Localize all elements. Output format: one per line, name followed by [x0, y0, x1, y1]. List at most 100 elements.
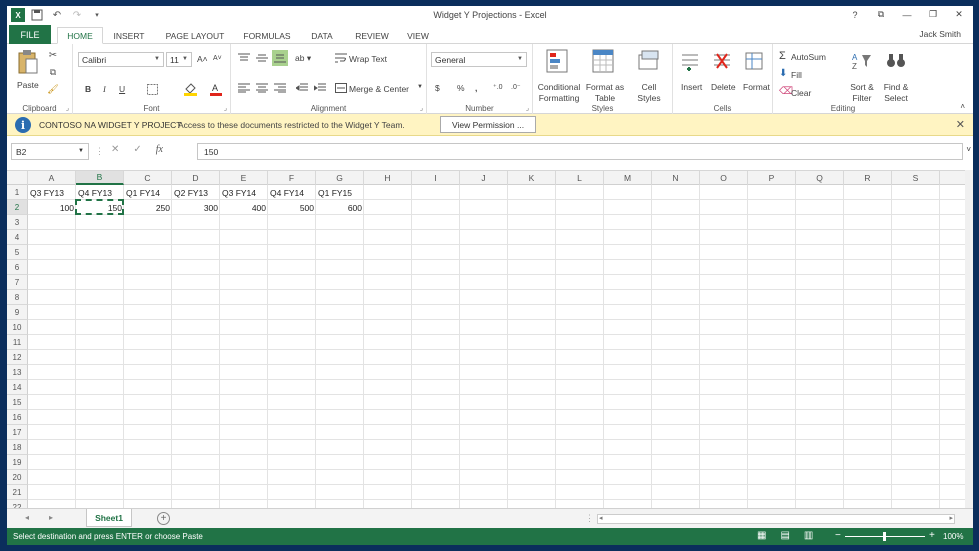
format-painter-icon[interactable]: 🖌	[47, 83, 59, 95]
row-header-2[interactable]: 2	[7, 200, 28, 215]
row-header-14[interactable]: 14	[7, 380, 28, 395]
view-permission-button[interactable]: View Permission ...	[440, 116, 536, 133]
column-header-o[interactable]: O	[700, 171, 748, 185]
row-header-3[interactable]: 3	[7, 215, 28, 230]
increase-indent-icon[interactable]	[313, 82, 327, 94]
add-sheet-button[interactable]: +	[157, 512, 170, 525]
header-cell[interactable]: Q2 FY13	[172, 185, 220, 200]
row-header-8[interactable]: 8	[7, 290, 28, 305]
row-header-17[interactable]: 17	[7, 425, 28, 440]
value-cell[interactable]: 600	[316, 200, 364, 215]
column-header-c[interactable]: C	[124, 171, 172, 185]
worksheet-grid[interactable]: ABCDEFGHIJKLMNOPQRS 1 2 3 4 5 6 7 8 9 10 11 12 13 14 1…	[7, 170, 965, 508]
wrap-text-icon[interactable]	[335, 52, 347, 64]
alignment-launcher-icon[interactable]: ⌟	[420, 104, 423, 112]
column-header-r[interactable]: R	[844, 171, 892, 185]
zoom-in-button[interactable]: +	[929, 530, 935, 541]
clipboard-launcher-icon[interactable]: ⌟	[66, 104, 69, 112]
normal-view-icon[interactable]: ▦	[757, 530, 766, 541]
bold-button[interactable]: B	[85, 84, 91, 94]
underline-button[interactable]: U	[119, 84, 125, 94]
row-header-21[interactable]: 21	[7, 485, 28, 500]
row-header-13[interactable]: 13	[7, 365, 28, 380]
column-header-k[interactable]: K	[508, 171, 556, 185]
row-header-9[interactable]: 9	[7, 305, 28, 320]
column-header-i[interactable]: I	[412, 171, 460, 185]
help-button[interactable]: ?	[847, 8, 863, 21]
currency-button[interactable]: $	[435, 83, 440, 93]
enter-icon[interactable]: ✓	[133, 144, 141, 155]
autosum-icon[interactable]: Σ	[779, 50, 786, 62]
row-header-5[interactable]: 5	[7, 245, 28, 260]
next-sheet-icon[interactable]: ▸	[49, 513, 53, 522]
column-header-m[interactable]: M	[604, 171, 652, 185]
insert-function-button[interactable]: fx	[156, 144, 163, 155]
zoom-level[interactable]: 100%	[943, 532, 963, 541]
comma-button[interactable]: ,	[475, 83, 477, 93]
align-bottom-icon[interactable]	[272, 50, 288, 66]
align-left-icon[interactable]	[237, 82, 251, 94]
value-cell[interactable]: 300	[172, 200, 220, 215]
align-center-icon[interactable]	[255, 82, 269, 94]
align-top-icon[interactable]	[237, 52, 251, 64]
delete-cells-icon[interactable]	[711, 50, 733, 72]
formula-input[interactable]: 150	[197, 143, 963, 160]
row-header-11[interactable]: 11	[7, 335, 28, 350]
cell-styles-icon[interactable]	[637, 48, 661, 74]
italic-button[interactable]: I	[103, 84, 106, 94]
number-format-select[interactable]: General ▼	[431, 52, 527, 67]
cells-area[interactable]: Q3 FY13 Q4 FY13 Q1 FY14 Q2 FY13 Q3 FY14 Q4 FY…	[28, 185, 965, 508]
format-as-table-icon[interactable]	[591, 48, 615, 74]
expand-formula-bar-icon[interactable]: ˅	[966, 145, 971, 154]
paste-icon[interactable]	[15, 48, 41, 76]
column-header-p[interactable]: P	[748, 171, 796, 185]
delete-button[interactable]: Delete	[711, 82, 736, 92]
row-header-16[interactable]: 16	[7, 410, 28, 425]
header-cell[interactable]: Q3 FY13	[28, 185, 76, 200]
cell-styles-button[interactable]: Cell Styles	[629, 82, 669, 104]
chevron-down-icon[interactable]: ▼	[417, 84, 423, 90]
value-cell[interactable]: 100	[28, 200, 76, 215]
tab-data[interactable]: DATA	[305, 27, 339, 44]
close-button[interactable]: ✕	[951, 8, 967, 21]
decrease-indent-icon[interactable]	[295, 82, 309, 94]
page-layout-view-icon[interactable]: ▤	[780, 530, 789, 541]
scroll-right-icon[interactable]: ▸	[949, 514, 953, 522]
column-header-g[interactable]: G	[316, 171, 364, 185]
page-break-view-icon[interactable]: ▥	[804, 530, 813, 541]
format-cells-icon[interactable]	[743, 50, 765, 72]
header-cell[interactable]: Q1 FY15	[316, 185, 364, 200]
fill-icon[interactable]: ⬇	[779, 68, 787, 79]
font-launcher-icon[interactable]: ⌟	[224, 104, 227, 112]
row-header-1[interactable]: 1	[7, 185, 28, 200]
user-name[interactable]: Jack Smith	[919, 29, 961, 39]
percent-button[interactable]: %	[457, 83, 465, 93]
sheet-tab-sheet1[interactable]: Sheet1	[86, 509, 132, 527]
vertical-scrollbar[interactable]	[965, 170, 973, 508]
font-color-icon[interactable]: A	[209, 82, 223, 96]
row-header-12[interactable]: 12	[7, 350, 28, 365]
sort-filter-icon[interactable]: AZ	[851, 50, 873, 72]
column-header-e[interactable]: E	[220, 171, 268, 185]
tab-view[interactable]: VIEW	[403, 27, 433, 44]
tab-home[interactable]: HOME	[57, 27, 103, 44]
fill-button[interactable]: Fill	[791, 70, 802, 80]
tab-page-layout[interactable]: PAGE LAYOUT	[159, 27, 231, 44]
find-select-icon[interactable]	[885, 50, 907, 72]
row-header-18[interactable]: 18	[7, 440, 28, 455]
number-launcher-icon[interactable]: ⌟	[526, 104, 529, 112]
merge-center-button[interactable]: Merge & Center	[349, 84, 409, 94]
tab-splitter[interactable]: ⋮	[585, 513, 594, 524]
column-header-d[interactable]: D	[172, 171, 220, 185]
column-header-h[interactable]: H	[364, 171, 412, 185]
maximize-button[interactable]: ❐	[925, 8, 941, 21]
horizontal-scrollbar[interactable]: ◂ ▸	[597, 514, 955, 524]
select-all-corner[interactable]	[7, 171, 28, 185]
tab-file[interactable]: FILE	[9, 25, 51, 44]
merge-center-icon[interactable]	[335, 82, 347, 94]
row-header-7[interactable]: 7	[7, 275, 28, 290]
row-header-20[interactable]: 20	[7, 470, 28, 485]
column-header-a[interactable]: A	[28, 171, 76, 185]
column-header-s[interactable]: S	[892, 171, 940, 185]
ribbon-display-options-button[interactable]: ⧉	[873, 8, 889, 21]
